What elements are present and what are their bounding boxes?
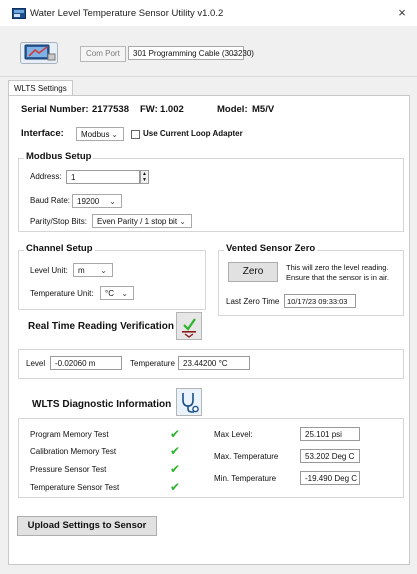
chevron-down-icon: ⌄ — [100, 266, 107, 275]
min-temperature-field: -19.490 Deg C — [300, 471, 360, 485]
level-unit-value: m — [78, 266, 85, 275]
serial-number-label: Serial Number: — [21, 104, 89, 115]
use-current-loop-checkbox[interactable] — [131, 130, 140, 139]
temperature-unit-value: °C — [105, 289, 114, 298]
zero-description-line1: This will zero the level reading. — [286, 263, 389, 272]
tab-wlts-settings[interactable]: WLTS Settings — [8, 80, 73, 96]
diagnostic-test-label: Temperature Sensor Test — [30, 483, 120, 492]
close-icon[interactable]: × — [394, 5, 410, 21]
modbus-setup-title: Modbus Setup — [24, 151, 94, 162]
baud-rate-label: Baud Rate: — [30, 196, 71, 205]
level-unit-label: Level Unit: — [30, 266, 68, 275]
min-temperature-label: Min. Temperature — [214, 474, 277, 483]
model-label: Model: — [217, 104, 248, 115]
temperature-unit-label: Temperature Unit: — [30, 289, 94, 298]
last-zero-time-label: Last Zero Time — [226, 297, 280, 306]
upload-settings-button[interactable]: Upload Settings to Sensor — [17, 516, 157, 536]
channel-setup-group — [18, 250, 206, 310]
address-label: Address: — [30, 172, 62, 181]
max-level-field: 25.101 psi — [300, 427, 360, 441]
last-zero-time-field: 10/17/23 09:33:03 — [284, 294, 356, 308]
level-reading-label: Level — [26, 359, 46, 368]
zero-button[interactable]: Zero — [228, 262, 278, 282]
address-input[interactable]: 1 — [66, 170, 140, 184]
com-port-select[interactable]: 301 Programming Cable (303230) ⌄ — [128, 46, 254, 60]
spin-arrows-icon[interactable]: ▲ ▼ — [140, 170, 149, 184]
temperature-reading-label: Temperature — [130, 359, 175, 368]
zero-description-line2: Ensure that the sensor is in air. — [286, 273, 389, 282]
com-port-label: Com Port — [80, 46, 126, 62]
chevron-down-icon: ⌄ — [121, 289, 128, 298]
diagnostic-test-label: Calibration Memory Test — [30, 447, 117, 456]
parity-label: Parity/Stop Bits: — [30, 217, 87, 226]
diagnostic-button[interactable] — [176, 388, 202, 416]
interface-label: Interface: — [21, 128, 64, 139]
connect-button[interactable] — [20, 42, 58, 64]
read-button[interactable] — [176, 312, 202, 340]
realtime-title: Real Time Reading Verification — [26, 321, 176, 332]
checkmark-icon: ✔ — [170, 444, 181, 458]
diagnostic-title: WLTS Diagnostic Information — [30, 399, 174, 410]
interface-value: Modbus — [81, 130, 110, 139]
temperature-unit-select[interactable]: °C ⌄ — [100, 286, 134, 300]
stethoscope-icon — [182, 393, 199, 413]
use-current-loop-label: Use Current Loop Adapter — [143, 129, 243, 138]
interface-select[interactable]: Modbus ⌄ — [76, 127, 124, 141]
level-reading-field: -0.02060 m — [50, 356, 122, 370]
app-window: Water Level Temperature Sensor Utility v… — [0, 0, 417, 574]
parity-select[interactable]: Even Parity / 1 stop bit ⌄ — [92, 214, 192, 228]
window-title: Water Level Temperature Sensor Utility v… — [30, 8, 224, 19]
checkmark-icon: ✔ — [170, 427, 181, 441]
diagnostic-test-label: Pressure Sensor Test — [30, 465, 107, 474]
vented-sensor-zero-title: Vented Sensor Zero — [224, 243, 318, 254]
level-unit-select[interactable]: m ⌄ — [73, 263, 113, 277]
chevron-down-icon: ⌄ — [231, 49, 238, 58]
max-level-label: Max Level: — [214, 430, 253, 439]
model-value: M5/V — [252, 104, 275, 115]
app-icon — [12, 8, 26, 19]
channel-setup-title: Channel Setup — [24, 243, 95, 254]
chevron-down-icon: ⌄ — [179, 217, 186, 226]
diagnostic-test-label: Program Memory Test — [30, 430, 109, 439]
chevron-down-icon: ⌄ — [111, 130, 118, 139]
checkmark-icon: ✔ — [170, 480, 181, 494]
baud-rate-value: 19200 — [77, 197, 100, 206]
connect-icon — [20, 42, 58, 64]
checkmark-icon: ✔ — [170, 462, 181, 476]
fw-label: FW: — [140, 104, 158, 115]
parity-value: Even Parity / 1 stop bit — [97, 217, 178, 226]
baud-rate-select[interactable]: 19200 ⌄ — [72, 194, 122, 208]
chevron-down-icon: ⌄ — [109, 197, 116, 206]
reading-check-icon — [182, 318, 196, 338]
max-temperature-field: 53.202 Deg C — [300, 449, 360, 463]
temperature-reading-field: 23.44200 °C — [178, 356, 250, 370]
serial-number-value: 2177538 — [92, 104, 129, 115]
max-temperature-label: Max. Temperature — [214, 452, 279, 461]
fw-value: 1.002 — [160, 104, 184, 115]
